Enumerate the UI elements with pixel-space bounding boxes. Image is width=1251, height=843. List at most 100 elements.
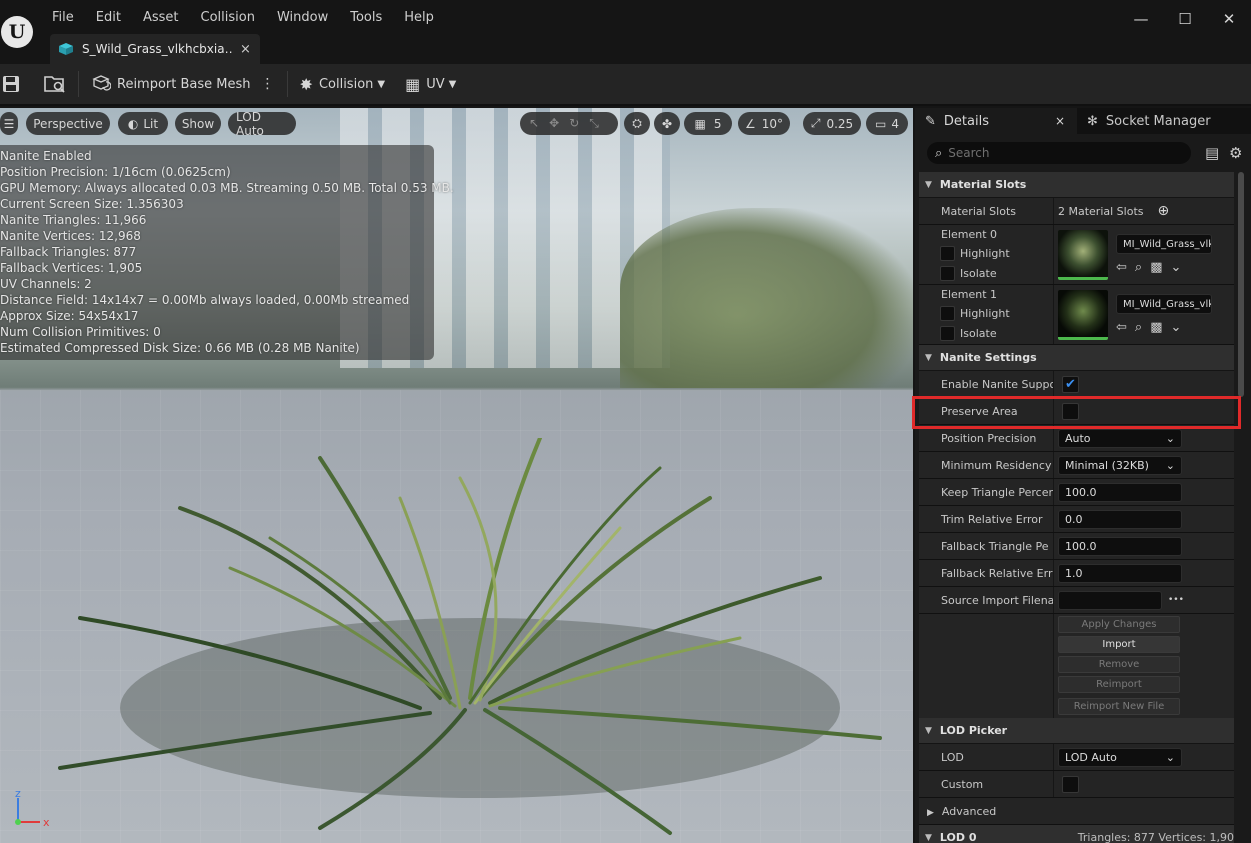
tab-details[interactable]: ✎ Details × — [915, 108, 1077, 134]
stat-line: Fallback Vertices: 1,905 — [0, 261, 143, 275]
collapse-arrow-icon: ▼ — [925, 352, 932, 363]
remove-button[interactable]: Remove — [1058, 655, 1180, 673]
tab-details-label: Details — [943, 113, 989, 129]
fallback-relative-input[interactable]: 1.0 — [1058, 563, 1182, 583]
unreal-logo[interactable]: U — [0, 10, 34, 54]
more-options-icon[interactable]: ⋮ — [261, 76, 275, 92]
material-element-row: Element 1 Highlight Isolate MI_Wild_Gras… — [919, 285, 1234, 345]
section-lod-0[interactable]: ▼ LOD 0 Triangles: 877 Vertices: 1,90 — [919, 825, 1234, 843]
menu-tools[interactable]: Tools — [350, 8, 382, 28]
menu-file[interactable]: File — [52, 8, 74, 28]
search-box[interactable]: ⌕ — [927, 142, 1191, 164]
tab-socket-manager[interactable]: ✻ Socket Manager — [1077, 108, 1251, 134]
lit-button[interactable]: ◐ Lit — [118, 112, 168, 135]
reimport-button[interactable]: Reimport — [1058, 675, 1180, 693]
camera-speed-button[interactable]: ▭ 4 — [866, 112, 908, 135]
property-matrix-icon[interactable]: ▤ — [1205, 144, 1219, 162]
more-icon[interactable]: ••• — [1168, 595, 1184, 605]
trim-error-input[interactable]: 0.0 — [1058, 509, 1182, 529]
browse-folder-icon[interactable]: ⌕ — [1135, 320, 1142, 335]
reimport-new-file-button[interactable]: Reimport New File — [1058, 697, 1180, 715]
close-tab-icon[interactable]: × — [240, 42, 251, 57]
lod-dropdown[interactable]: LOD Auto ⌄ — [1058, 747, 1182, 767]
stat-line: Nanite Enabled — [0, 149, 92, 163]
save-icon[interactable] — [0, 73, 22, 95]
collapse-arrow-icon: ▼ — [925, 832, 932, 843]
isolate-checkbox[interactable] — [940, 266, 955, 281]
keep-triangle-input[interactable]: 100.0 — [1058, 482, 1182, 502]
apply-changes-button[interactable]: Apply Changes — [1058, 615, 1180, 633]
close-window-button[interactable]: ✕ — [1207, 10, 1251, 28]
nanite-action-row: Reimport — [919, 674, 1234, 694]
angle-snap-button[interactable]: ∠ 10° — [738, 112, 790, 135]
material-picker[interactable]: MI_Wild_Grass_vlkhcbxia — [1116, 294, 1212, 314]
chevron-down-icon[interactable]: ⌄ — [1170, 260, 1181, 275]
highlight-label: Highlight — [960, 307, 1010, 320]
maximize-button[interactable]: ☐ — [1163, 10, 1207, 28]
grid-snap-button[interactable]: ▦ 5 — [684, 112, 732, 135]
settings-gear-icon[interactable]: ⚙ — [1229, 144, 1242, 162]
browse-folder-icon[interactable]: ⌕ — [1135, 260, 1142, 275]
camera-icon: ▭ — [875, 116, 887, 131]
collision-dropdown[interactable]: ✸ Collision ▼ — [300, 75, 386, 94]
checker-icon[interactable]: ▩ — [1150, 260, 1162, 275]
menu-window[interactable]: Window — [277, 8, 328, 28]
custom-checkbox[interactable] — [1062, 775, 1079, 793]
enable-nanite-checkbox[interactable]: ✔ — [1062, 375, 1079, 393]
minimum-residency-label: Minimum Residency — [941, 458, 1052, 472]
property-list: ▼ Material Slots Material Slots 2 Materi… — [919, 172, 1234, 843]
source-import-input[interactable] — [1058, 590, 1162, 610]
menu-help[interactable]: Help — [404, 8, 434, 28]
details-scrollbar-thumb[interactable] — [1238, 172, 1244, 397]
highlight-checkbox[interactable] — [940, 306, 955, 321]
checker-icon[interactable]: ▩ — [1150, 320, 1162, 335]
surface-snap-toggle[interactable]: ✤ — [654, 112, 680, 135]
lod-button[interactable]: LOD Auto — [228, 110, 296, 138]
position-precision-dropdown[interactable]: Auto ⌄ — [1058, 428, 1182, 448]
material-thumbnail[interactable] — [1058, 289, 1108, 340]
stat-line: Distance Field: 14x14x7 = 0.00Mb always … — [0, 293, 410, 307]
minimize-button[interactable]: — — [1119, 10, 1163, 28]
scale-snap-button[interactable]: ⤢ 0.25 — [803, 112, 861, 135]
uv-dropdown[interactable]: ▦ UV ▼ — [405, 75, 456, 94]
reimport-base-mesh-button[interactable]: Reimport Base Mesh — [91, 75, 251, 93]
material-picker[interactable]: MI_Wild_Grass_vlkhcbxia — [1116, 234, 1212, 254]
add-slot-icon[interactable]: ⊕ — [1158, 203, 1170, 219]
toolbar-divider — [286, 71, 288, 97]
close-tab-icon[interactable]: × — [1055, 114, 1065, 128]
material-thumbnail[interactable] — [1058, 229, 1108, 280]
fallback-triangle-input[interactable]: 100.0 — [1058, 536, 1182, 556]
material-slots-label: Material Slots — [941, 204, 1016, 218]
menu-collision[interactable]: Collision — [201, 8, 255, 28]
chevron-down-icon: ⌄ — [1165, 431, 1175, 445]
viewport-menu-button[interactable]: ☰ — [0, 112, 18, 135]
perspective-button[interactable]: Perspective — [26, 112, 110, 135]
position-precision-value: Auto — [1065, 431, 1091, 445]
nanite-action-row: Apply Changes — [919, 614, 1234, 634]
isolate-checkbox[interactable] — [940, 326, 955, 341]
menu-asset[interactable]: Asset — [143, 8, 179, 28]
source-import-label: Source Import Filena — [941, 593, 1053, 607]
use-selected-icon[interactable]: ⇦ — [1116, 320, 1127, 335]
mesh-viewport[interactable]: ☰ Perspective ◐ Lit Show LOD Auto ↖✥↻⤡ ⛭ … — [0, 108, 913, 843]
section-lod-picker[interactable]: ▼ LOD Picker — [919, 718, 1234, 744]
show-button[interactable]: Show — [175, 112, 221, 135]
nanite-action-row: Remove — [919, 654, 1234, 674]
nanite-action-row: Import — [919, 634, 1234, 654]
menu-edit[interactable]: Edit — [96, 8, 121, 28]
browse-asset-icon[interactable] — [44, 73, 66, 95]
grid-icon: ▦ — [694, 116, 706, 131]
advanced-row[interactable]: ▶ Advanced — [919, 798, 1234, 825]
asset-document-tab[interactable]: S_Wild_Grass_vlkhcbxia… × — [50, 34, 260, 64]
highlight-checkbox[interactable] — [940, 246, 955, 261]
search-input[interactable] — [948, 146, 1169, 160]
minimum-residency-dropdown[interactable]: Minimal (32KB) ⌄ — [1058, 455, 1182, 475]
section-material-slots[interactable]: ▼ Material Slots — [919, 172, 1234, 198]
search-row: ⌕ ▤ ⚙ — [915, 136, 1251, 170]
world-local-toggle[interactable]: ⛭ — [624, 112, 650, 135]
section-nanite-settings[interactable]: ▼ Nanite Settings — [919, 345, 1234, 371]
import-button[interactable]: Import — [1058, 635, 1180, 653]
use-selected-icon[interactable]: ⇦ — [1116, 260, 1127, 275]
transform-tools[interactable]: ↖✥↻⤡ — [520, 112, 618, 135]
chevron-down-icon[interactable]: ⌄ — [1170, 320, 1181, 335]
